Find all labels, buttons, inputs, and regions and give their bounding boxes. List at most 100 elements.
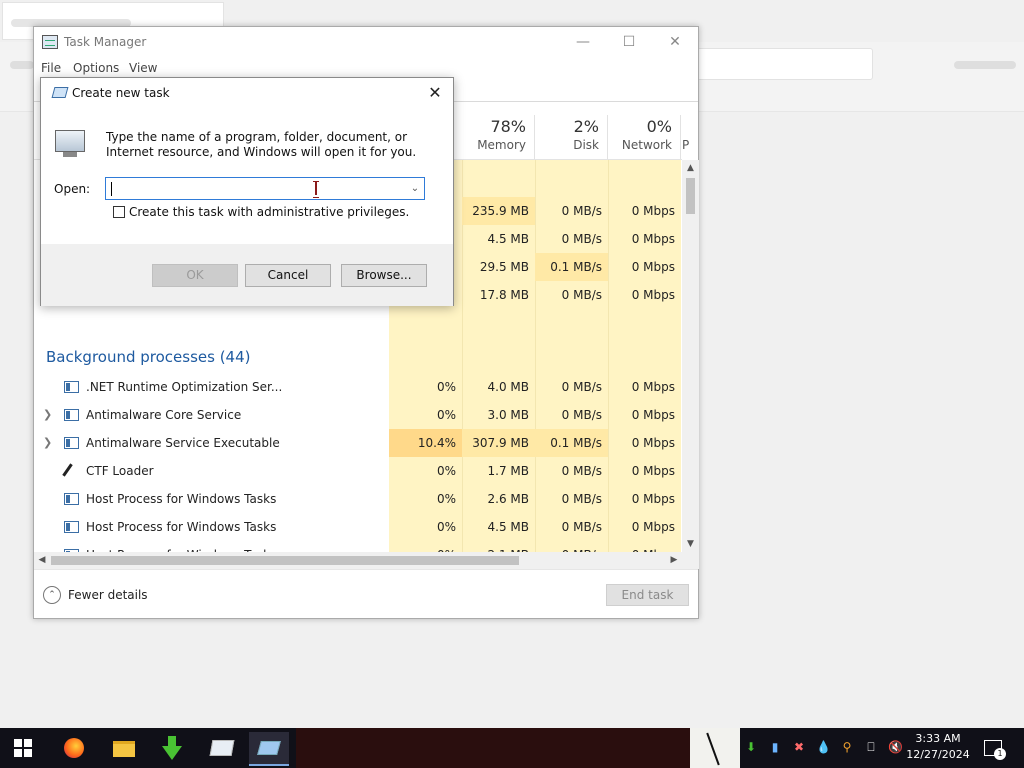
disk-label: Disk	[573, 138, 599, 152]
maximize-button[interactable]: ☐	[606, 27, 652, 57]
dialog-title-bar[interactable]: Create new task ✕	[41, 78, 453, 108]
process-name: Host Process for Windows Tasks	[86, 541, 276, 552]
windows-start-icon[interactable]	[14, 739, 32, 757]
run-icon	[51, 87, 69, 98]
table-row[interactable]: ❯ Antimalware Core Service 0% 3.0 MB 0 M…	[34, 401, 682, 429]
disk-cell: 0.1 MB/s	[535, 253, 608, 281]
system-clock[interactable]: 3:33 AM 12/27/2024	[905, 731, 971, 763]
text-caret	[111, 182, 112, 196]
monitor-tray-icon[interactable]: ⎕	[864, 740, 878, 754]
network-cell: 0 Mbps	[608, 541, 681, 552]
scroll-left-icon[interactable]: ◀	[34, 552, 50, 569]
column-header-memory[interactable]: 78% Memory	[462, 115, 535, 159]
admin-privileges-checkbox[interactable]	[113, 206, 125, 218]
taskbar: ⬇ ▮ ✖ 💧 ⚲ ⎕ 🔇 3:33 AM 12/27/2024 1	[0, 728, 1024, 768]
dialog-title: Create new task	[72, 86, 170, 100]
chevron-right-icon[interactable]: ❯	[43, 401, 52, 429]
table-row[interactable]: ❯ Antimalware Service Executable 10.4% 3…	[34, 429, 682, 457]
memory-cell: 4.5 MB	[487, 520, 529, 534]
memory-percent: 78%	[490, 117, 526, 136]
window-app-icon	[64, 521, 79, 533]
chevron-up-icon[interactable]: ⌃	[43, 586, 61, 604]
column-header-network[interactable]: 0% Network	[608, 115, 681, 159]
task-manager-icon[interactable]	[201, 732, 241, 766]
drop-tray-icon[interactable]: 💧	[816, 740, 831, 754]
cpu-cell: 0%	[436, 492, 456, 506]
memory-label: Memory	[477, 138, 526, 152]
cancel-button[interactable]: Cancel	[245, 264, 331, 287]
ok-button[interactable]: OK	[152, 264, 238, 287]
notification-count: 1	[994, 748, 1006, 760]
minimize-button[interactable]: —	[560, 27, 606, 57]
open-combobox[interactable]: ⌄	[105, 177, 425, 200]
network-cell: 0 Mbps	[631, 464, 675, 478]
section-header-row[interactable]: Background processes (44)	[34, 343, 682, 373]
table-row[interactable]: .NET Runtime Optimization Ser... 0% 4.0 …	[34, 373, 682, 401]
process-name: .NET Runtime Optimization Ser...	[86, 380, 283, 394]
memory-cell: 235.9 MB	[462, 197, 535, 225]
end-task-button[interactable]: End task	[606, 584, 689, 606]
file-explorer-icon[interactable]	[103, 732, 143, 766]
scroll-thumb[interactable]	[686, 178, 695, 214]
background-placeholder	[954, 61, 1016, 69]
mute-tray-icon[interactable]: 🔇	[888, 740, 903, 754]
table-row[interactable]: Host Process for Windows Tasks 0% 2.6 MB…	[34, 485, 682, 513]
scroll-thumb[interactable]	[51, 556, 519, 565]
computer-icon	[55, 130, 85, 158]
memory-cell: 307.9 MB	[462, 429, 535, 457]
table-row[interactable]: Host Process for Windows Tasks 0% 2.1 MB…	[34, 541, 682, 552]
fewer-details-link[interactable]: Fewer details	[68, 588, 148, 602]
network-cell: 0 Mbps	[631, 232, 675, 246]
memory-cell: 4.0 MB	[487, 380, 529, 394]
background-search-box[interactable]	[696, 48, 873, 80]
table-row[interactable]: CTF Loader 0% 1.7 MB 0 MB/s 0 Mbps	[34, 457, 682, 485]
section-title: Background processes (44)	[46, 348, 251, 366]
open-input[interactable]	[110, 180, 400, 197]
menu-file[interactable]: File	[41, 61, 61, 75]
memory-cell: 4.5 MB	[487, 232, 529, 246]
disk-cell: 0 MB/s	[561, 492, 602, 506]
menu-options[interactable]: Options	[73, 61, 119, 75]
disk-cell: 0 MB/s	[561, 204, 602, 218]
cpu-cell: 0%	[436, 520, 456, 534]
clock-date: 12/27/2024	[906, 748, 970, 761]
scroll-down-icon[interactable]: ▼	[682, 536, 699, 552]
network-percent: 0%	[646, 117, 672, 136]
download-tray-icon[interactable]: ⬇	[744, 740, 758, 754]
title-bar[interactable]: Task Manager — ☐ ✕	[34, 27, 698, 57]
chevron-right-icon[interactable]: ❯	[43, 429, 52, 457]
close-button[interactable]: ✕	[652, 27, 698, 57]
memory-cell: 1.7 MB	[487, 464, 529, 478]
browse-button[interactable]: Browse...	[341, 264, 427, 287]
disk-cell: 0 MB/s	[561, 408, 602, 422]
drive-tray-icon[interactable]: ▮	[768, 740, 782, 754]
download-manager-icon[interactable]	[152, 732, 192, 766]
run-dialog-icon[interactable]	[249, 732, 289, 766]
scroll-right-icon[interactable]: ▶	[666, 552, 682, 569]
close-icon[interactable]: ✕	[425, 83, 445, 103]
cpu-cell: 0%	[389, 541, 462, 552]
admin-privileges-label[interactable]: Create this task with administrative pri…	[129, 205, 409, 219]
column-header-power[interactable]: P	[682, 115, 699, 159]
network-tray-icon[interactable]: ✖	[792, 740, 806, 754]
network-label: Network	[621, 138, 672, 152]
memory-cell: 2.6 MB	[487, 492, 529, 506]
menu-view[interactable]: View	[129, 61, 157, 75]
memory-cell: 2.1 MB	[462, 541, 535, 552]
chevron-down-icon[interactable]: ⌄	[406, 178, 424, 199]
scroll-up-icon[interactable]: ▲	[682, 160, 699, 176]
create-new-task-dialog: Create new task ✕ Type the name of a pro…	[40, 77, 454, 306]
vertical-scrollbar[interactable]: ▲ ▼	[682, 160, 699, 552]
cpu-cell: 0%	[436, 464, 456, 478]
dialog-button-bar: OK Cancel Browse...	[41, 244, 453, 306]
column-header-disk[interactable]: 2% Disk	[535, 115, 608, 159]
firefox-icon[interactable]	[54, 732, 94, 766]
background-placeholder	[10, 61, 34, 69]
window-app-icon	[64, 493, 79, 505]
search-tray-icon[interactable]: ⚲	[840, 740, 854, 754]
process-name: CTF Loader	[86, 464, 154, 478]
dialog-description: Type the name of a program, folder, docu…	[106, 130, 417, 159]
disk-cell: 0 MB/s	[561, 520, 602, 534]
table-row[interactable]: Host Process for Windows Tasks 0% 4.5 MB…	[34, 513, 682, 541]
horizontal-scrollbar[interactable]: ◀ ▶	[34, 552, 699, 569]
